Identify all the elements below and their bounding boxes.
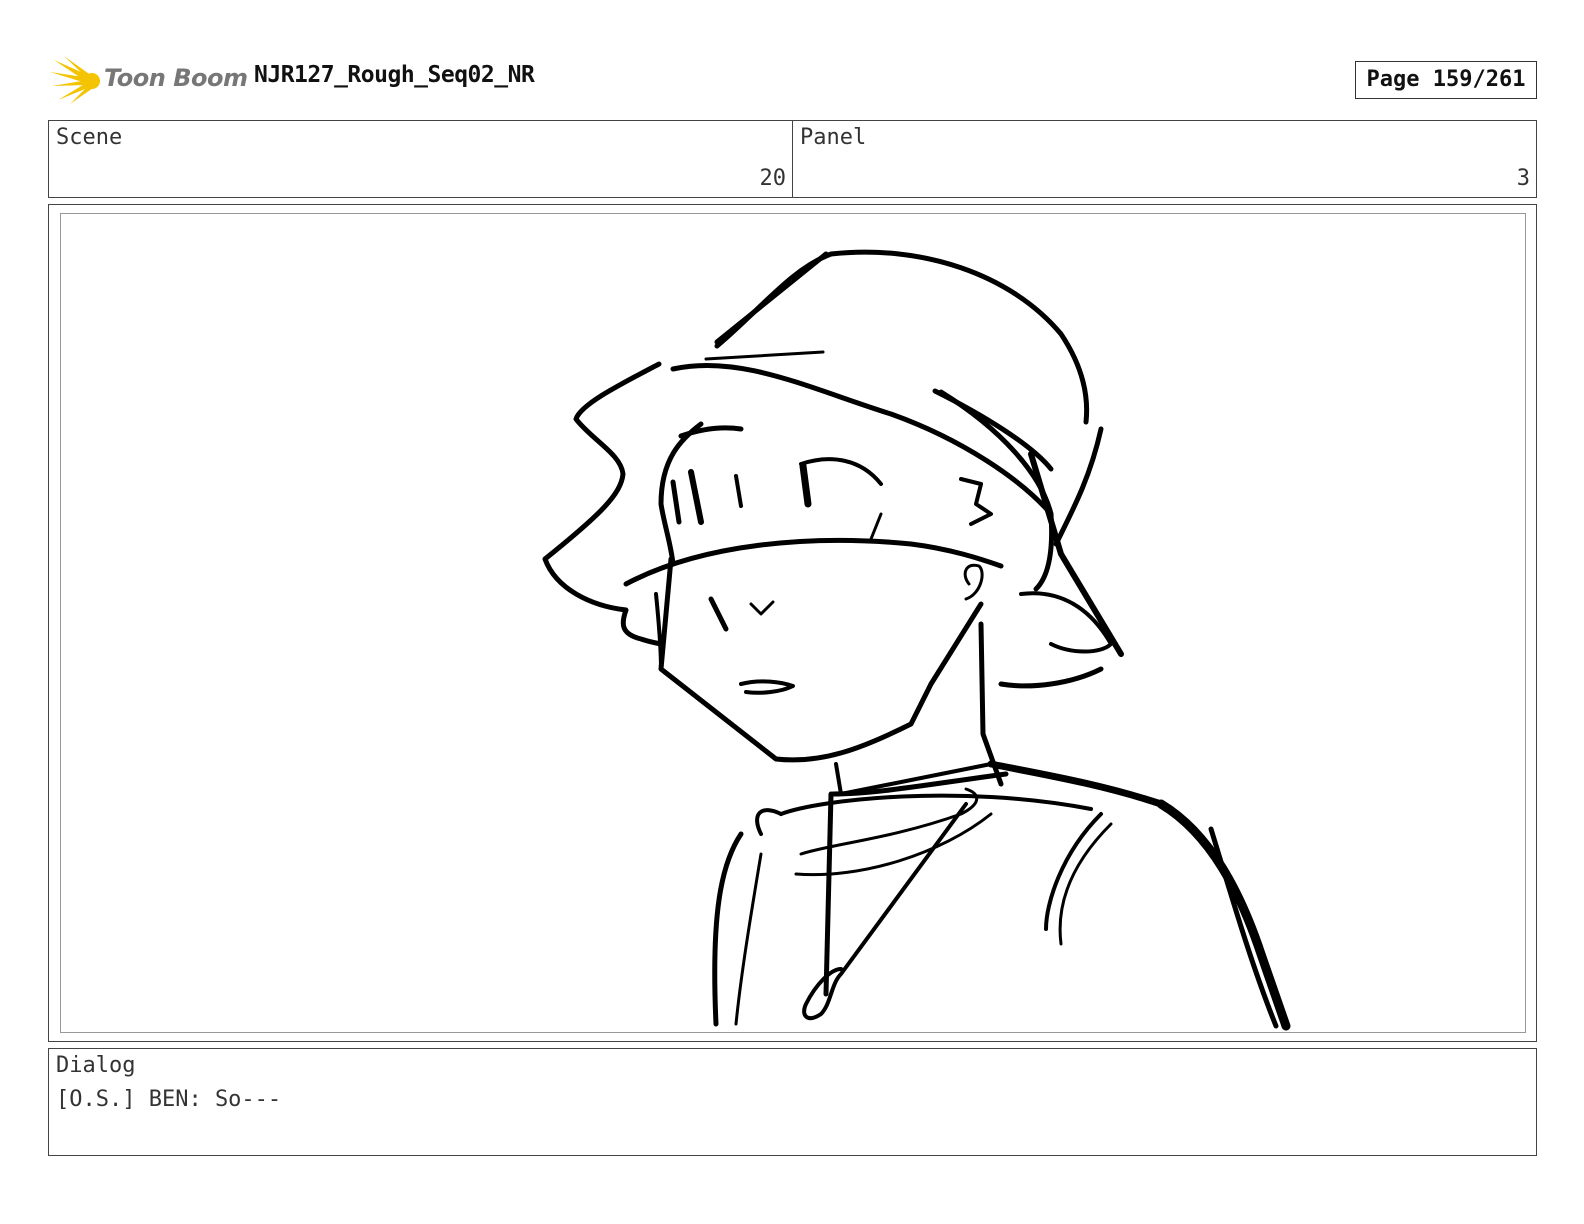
panel-number: 3 xyxy=(1516,166,1530,191)
scene-label: Scene xyxy=(56,125,123,150)
scene-panel-info: Scene 20 Panel 3 xyxy=(48,120,1537,198)
scene-number: 20 xyxy=(759,166,787,191)
storyboard-panel-frame xyxy=(48,204,1537,1042)
starburst-icon xyxy=(50,56,100,104)
dialog-box: Dialog [O.S.] BEN: So--- xyxy=(48,1048,1537,1156)
character-sketch-icon xyxy=(542,249,1291,1031)
panel-cell: Panel 3 xyxy=(792,121,1536,197)
scene-cell: Scene 20 xyxy=(49,121,792,197)
storyboard-panel-image xyxy=(60,213,1526,1033)
logo-text: Toon Boom xyxy=(104,64,248,92)
dialog-text: [O.S.] BEN: So--- xyxy=(56,1087,282,1112)
document-title: NJR127_Rough_Seq02_NR xyxy=(254,62,535,88)
page-indicator: Page 159/261 xyxy=(1355,61,1537,99)
panel-label: Panel xyxy=(800,125,867,150)
dialog-label: Dialog xyxy=(56,1053,136,1078)
